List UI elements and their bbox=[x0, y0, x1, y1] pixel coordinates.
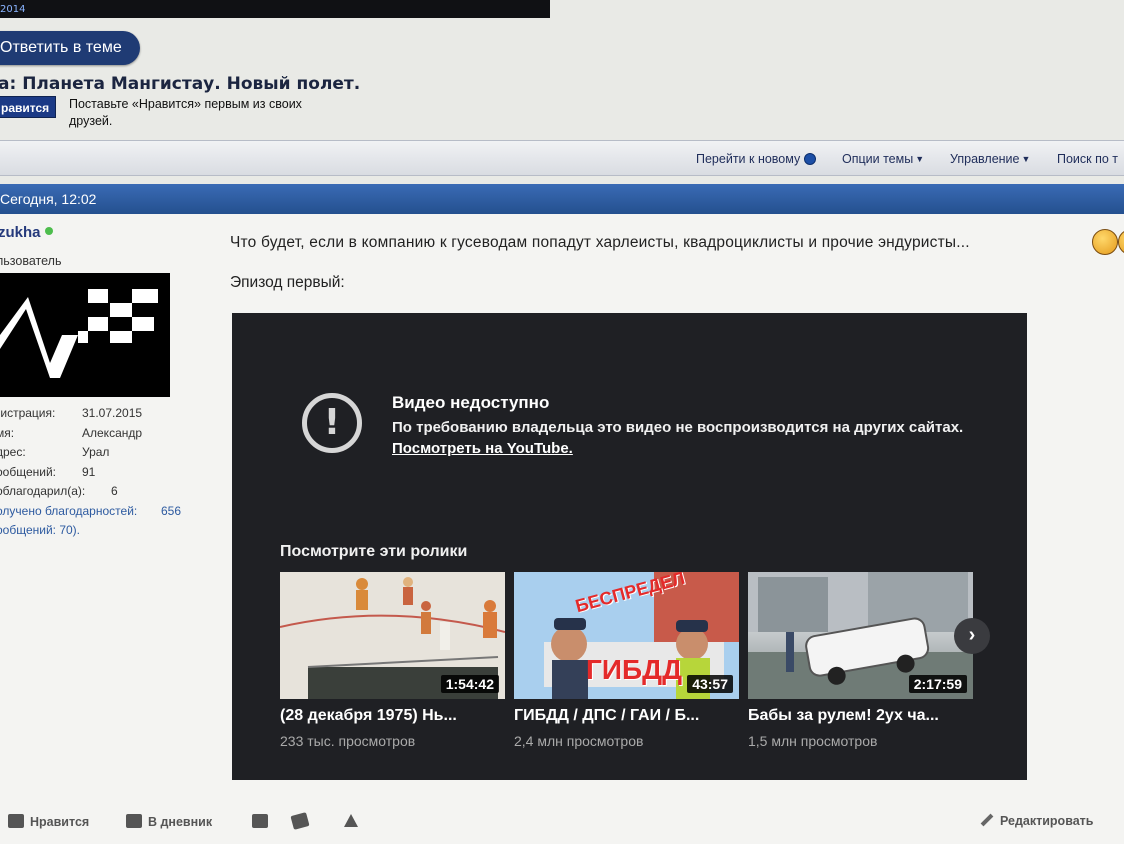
manage-menu[interactable]: Управление ▼ bbox=[950, 152, 1030, 166]
suggested-video-views: 2,4 млн просмотров bbox=[514, 733, 644, 749]
stat-key: ообщений: 70). bbox=[0, 523, 81, 537]
username-text: zukha bbox=[0, 224, 41, 241]
thumb-overlay-text: ГИБДД bbox=[586, 654, 683, 685]
username-link[interactable]: zukha bbox=[0, 224, 53, 241]
like-prompt: Поставьте «Нравится» первым из своих дру… bbox=[69, 97, 302, 128]
reply-in-thread-button[interactable]: Ответить в теме bbox=[0, 31, 140, 65]
video-unavailable-title: Видео недоступно bbox=[392, 393, 550, 412]
ip-icon bbox=[252, 814, 268, 828]
embedded-video-player[interactable]: ! Видео недоступно По требованию владель… bbox=[232, 313, 1027, 780]
video-unavailable-desc: По требованию владельца это видео не вос… bbox=[392, 417, 972, 459]
watch-on-youtube-link[interactable]: Посмотреть на YouTube. bbox=[392, 440, 573, 457]
stat-value: 31.07.2015 bbox=[82, 406, 143, 420]
stat-value: 6 bbox=[111, 484, 118, 498]
suggested-video-thumb[interactable]: 2:17:59 bbox=[748, 572, 973, 699]
suggested-heading: Посмотрите эти ролики bbox=[280, 543, 468, 560]
suggested-video-thumb[interactable]: БЕСПРЕДЕЛ ГИБДД 43:57 bbox=[514, 572, 739, 699]
stat-value: 91 bbox=[82, 464, 96, 479]
handshake-icon bbox=[290, 812, 310, 830]
suggested-video-thumb[interactable]: 1:54:42 bbox=[280, 572, 505, 699]
suggested-video-title[interactable]: (28 декабря 1975) Нь... bbox=[280, 707, 502, 725]
stat-value: Урал bbox=[82, 445, 110, 459]
video-desc-text: По требованию владельца это видео не вос… bbox=[392, 419, 964, 436]
like-post-button[interactable]: Нравится bbox=[8, 814, 89, 829]
stat-key: облагодарил(а): bbox=[0, 484, 86, 498]
thanks-button[interactable] bbox=[290, 812, 314, 830]
stat-key: дрес: bbox=[0, 445, 26, 459]
like-button[interactable]: равится bbox=[0, 96, 57, 118]
post-message-episode: Эпизод первый: bbox=[230, 274, 345, 291]
suggested-video-title[interactable]: Бабы за рулем! 2ух ча... bbox=[748, 707, 970, 725]
thread-options-label: Опции темы bbox=[842, 152, 914, 166]
suggested-video-views: 233 тыс. просмотров bbox=[280, 733, 416, 749]
edit-post-button[interactable]: Редактировать bbox=[980, 813, 1094, 828]
video-duration: 43:57 bbox=[687, 675, 733, 693]
next-suggestions-button[interactable]: › bbox=[954, 618, 990, 654]
thread-title: а: Планета Мангистау. Новый полет. bbox=[0, 74, 361, 94]
user-rank: льзователь bbox=[0, 254, 62, 268]
warning-icon bbox=[344, 814, 358, 827]
top-banner: 2014 bbox=[0, 0, 550, 18]
report-button[interactable] bbox=[344, 814, 358, 830]
video-duration: 2:17:59 bbox=[908, 675, 967, 693]
add-to-diary-button[interactable]: В дневник bbox=[126, 814, 212, 829]
smiley-icon bbox=[1092, 229, 1118, 255]
go-to-new-link[interactable]: Перейти к новому bbox=[696, 152, 817, 166]
avatar-logo-icon bbox=[0, 289, 158, 378]
banner-badge: 2014 bbox=[0, 4, 26, 15]
stat-key: олучено благодарностей: bbox=[0, 503, 138, 518]
video-duration: 1:54:42 bbox=[440, 675, 499, 693]
suggested-video-title[interactable]: ГИБДД / ДПС / ГАИ / Б... bbox=[514, 707, 736, 725]
thumbs-up-icon bbox=[8, 814, 24, 828]
caret-down-icon: ▼ bbox=[915, 154, 925, 164]
diary-icon bbox=[126, 814, 142, 828]
thread-options-menu[interactable]: Опции темы ▼ bbox=[842, 152, 924, 166]
thread-toolbar: Перейти к новому Опции темы ▼ Управление ▼… bbox=[0, 140, 1124, 176]
pencil-icon bbox=[980, 813, 994, 827]
suggested-video-views: 1,5 млн просмотров bbox=[748, 733, 878, 749]
post-header: Сегодня, 12:02 bbox=[0, 184, 1124, 214]
stat-key: мя: bbox=[0, 425, 15, 440]
online-status-icon bbox=[44, 227, 53, 235]
like-post-label: Нравится bbox=[30, 815, 90, 829]
avatar[interactable] bbox=[0, 273, 170, 397]
post-message: Что будет, если в компанию к гусеводам п… bbox=[230, 234, 970, 251]
stat-key: гистрация: bbox=[0, 406, 56, 420]
post-date: Сегодня, 12:02 bbox=[0, 191, 97, 207]
alert-icon: ! bbox=[302, 393, 362, 453]
arrow-circle-icon bbox=[804, 153, 817, 165]
add-to-diary-label: В дневник bbox=[148, 815, 213, 829]
edit-post-label: Редактировать bbox=[1000, 814, 1094, 828]
go-to-new-label: Перейти к новому bbox=[696, 152, 801, 166]
stat-key: ообщений: bbox=[0, 464, 56, 479]
caret-down-icon: ▼ bbox=[1021, 154, 1031, 164]
stat-value: 656 bbox=[161, 503, 182, 518]
stat-value: Александр bbox=[82, 425, 143, 440]
ip-button[interactable] bbox=[252, 814, 274, 829]
post-action-bar: Нравится В дневник Редактировать bbox=[0, 806, 1124, 844]
manage-label: Управление bbox=[950, 152, 1020, 166]
search-thread-link[interactable]: Поиск по т bbox=[1057, 152, 1118, 166]
